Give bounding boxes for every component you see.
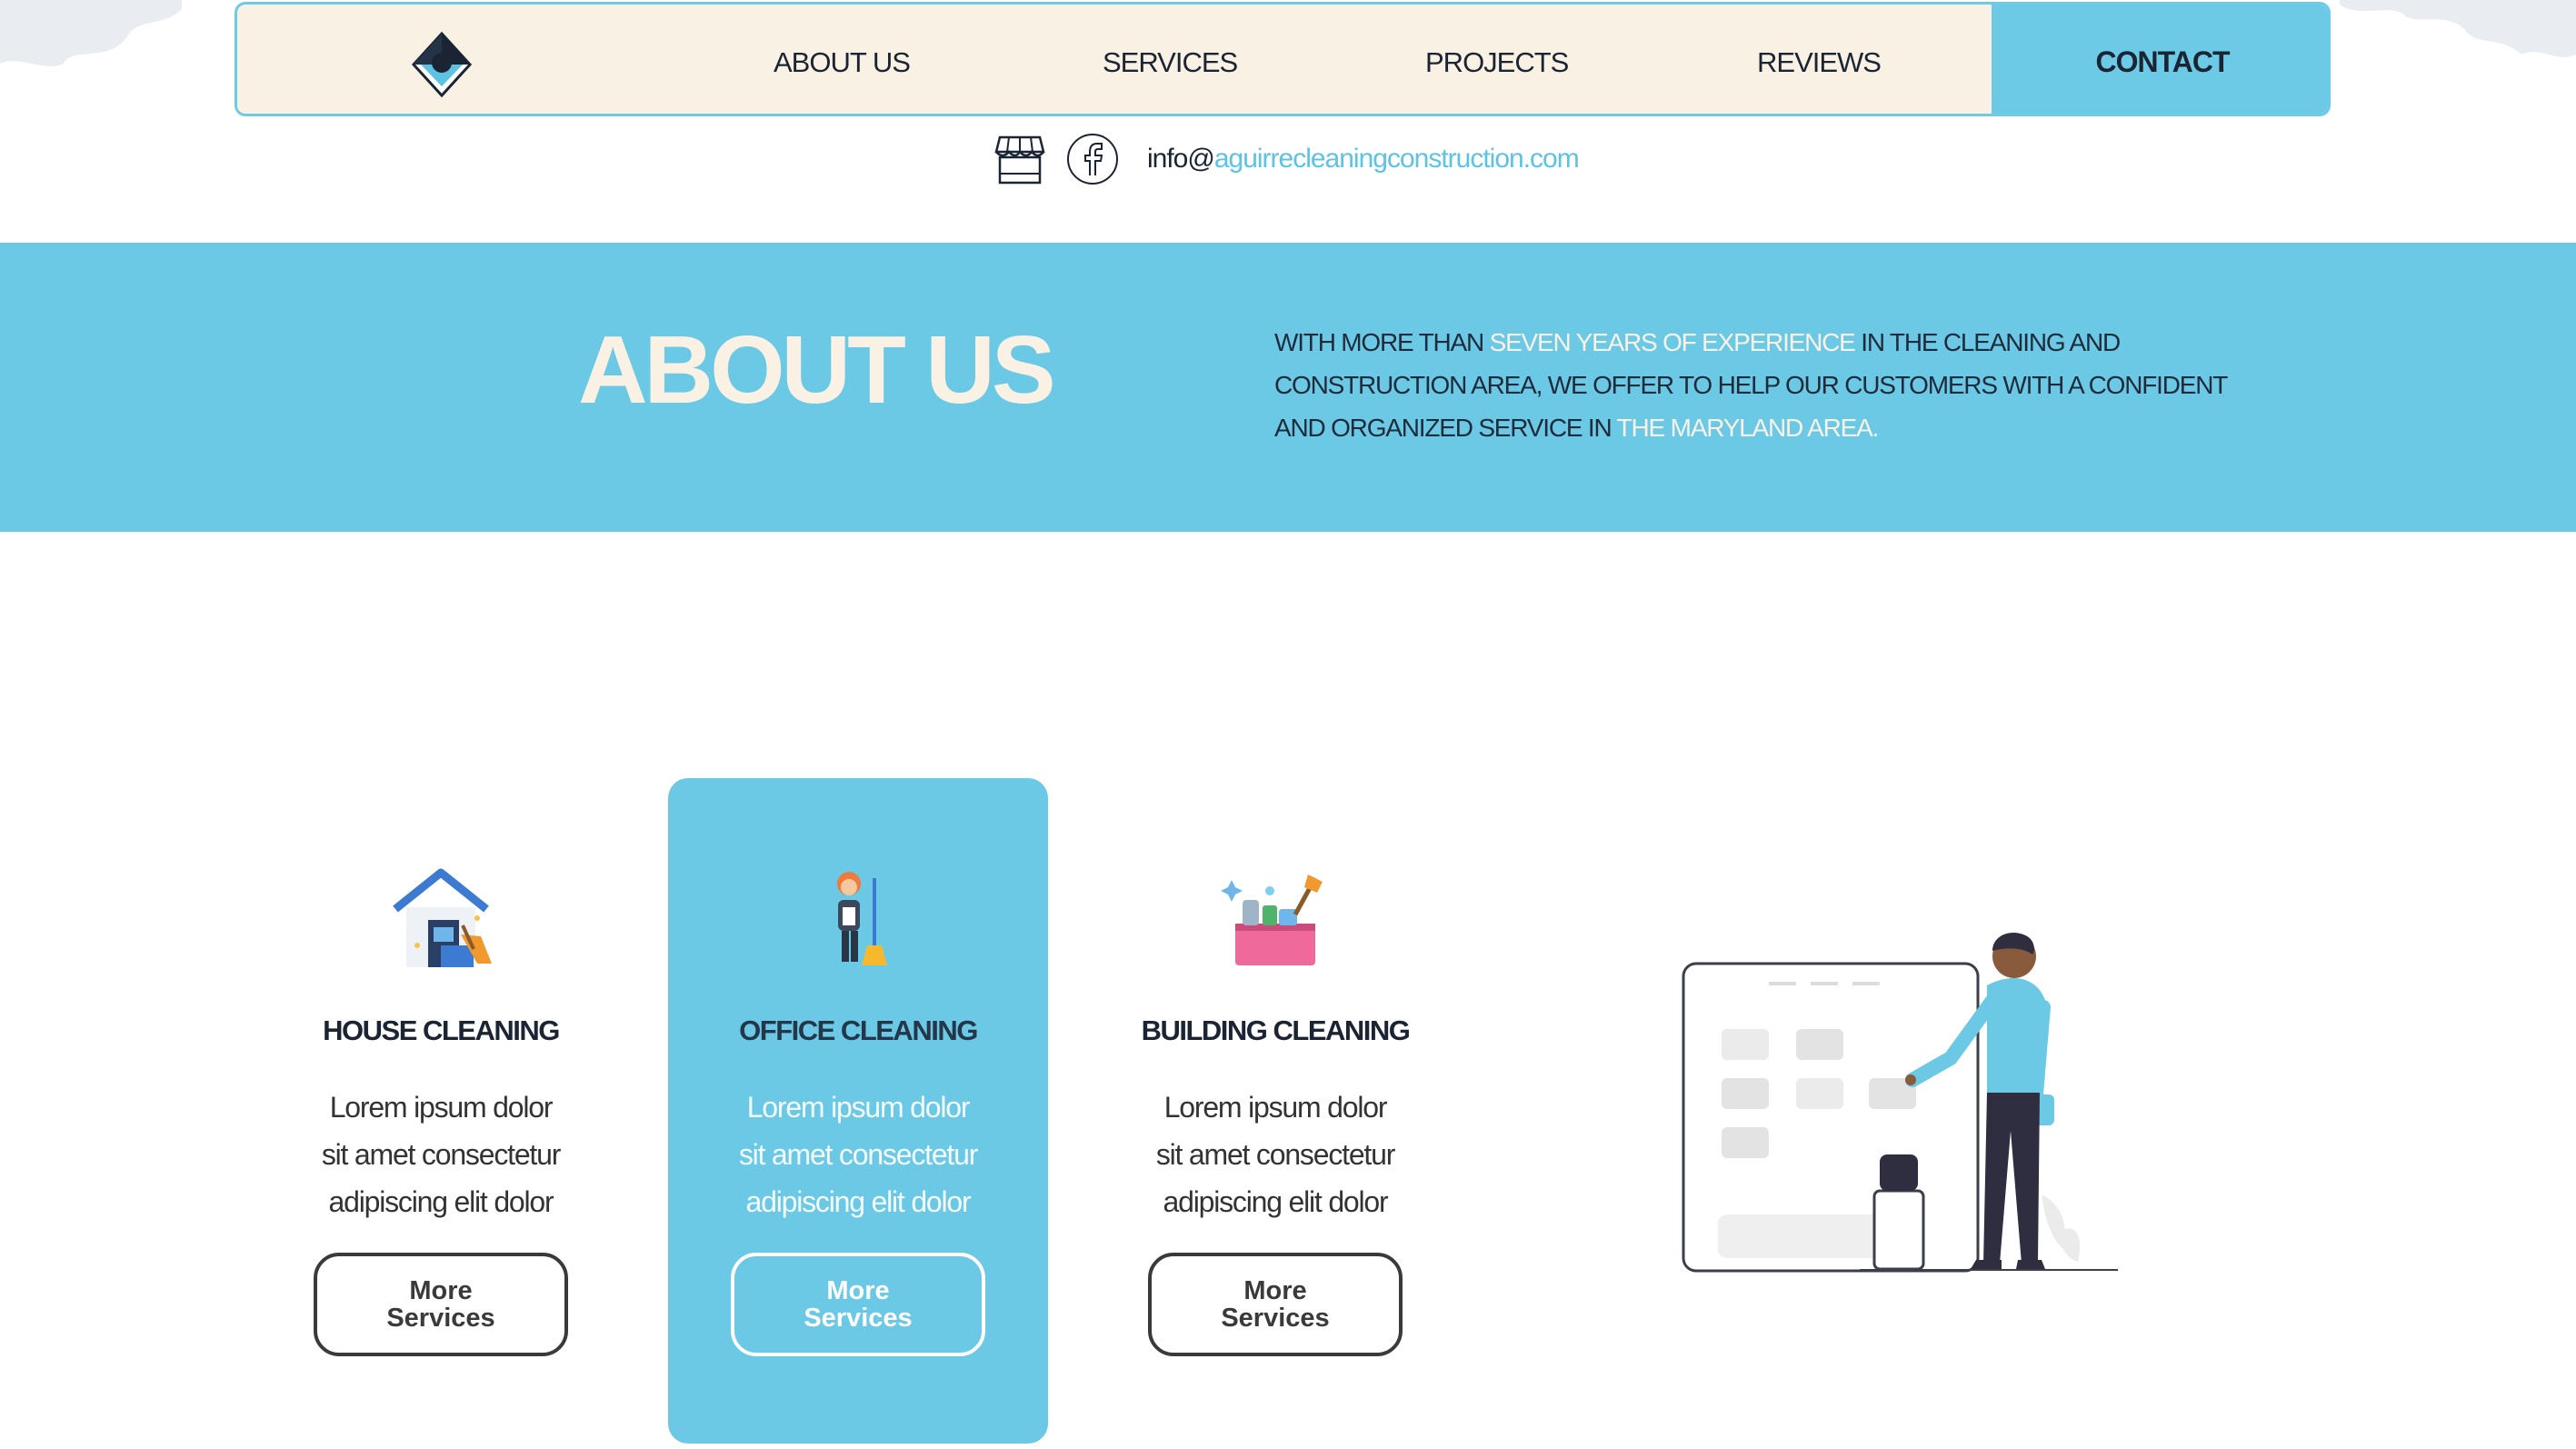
- about-text: WITH MORE THAN SEVEN YEARS OF EXPERIENCE…: [1274, 321, 2256, 449]
- about-text-part: WITH MORE THAN: [1274, 328, 1490, 356]
- button-label-line: Services: [1221, 1304, 1330, 1333]
- service-description-line: Lorem ipsum dolor: [746, 1091, 971, 1124]
- button-label-line: More: [409, 1276, 473, 1305]
- service-description-line: adipiscing elit dolor: [1163, 1185, 1389, 1218]
- more-services-button[interactable]: More Services: [314, 1253, 568, 1356]
- house-cleaning-icon: [393, 868, 492, 967]
- email-link[interactable]: info@aguirrecleaningconstruction.com: [1147, 144, 1580, 175]
- service-description-line: sit amet consectetur: [738, 1138, 979, 1171]
- service-card-office-cleaning: OFFICE CLEANING Lorem ipsum dolor sit am…: [668, 778, 1048, 1444]
- person-at-board-illustration: [1682, 933, 2118, 1273]
- service-description: Lorem ipsum dolor sit amet consectetur a…: [1085, 1084, 1465, 1225]
- service-description-line: sit amet consectetur: [321, 1138, 562, 1171]
- button-label-line: More: [826, 1276, 890, 1305]
- navbar: ABOUT US SERVICES PROJECTS REVIEWS CONTA…: [235, 2, 2331, 116]
- service-title: HOUSE CLEANING: [323, 1014, 560, 1046]
- email-user: info@: [1147, 144, 1215, 174]
- nav-link-projects[interactable]: PROJECTS: [1425, 46, 1569, 79]
- cloud-decoration-left: [0, 0, 182, 66]
- service-description-line: adipiscing elit dolor: [745, 1185, 972, 1218]
- contact-row: info@aguirrecleaningconstruction.com: [993, 127, 1580, 191]
- service-card-building-cleaning: BUILDING CLEANING Lorem ipsum dolor sit …: [1085, 778, 1465, 1444]
- cloud-decoration-right: [2340, 0, 2576, 57]
- service-title: BUILDING CLEANING: [1141, 1014, 1411, 1046]
- service-description-line: Lorem ipsum dolor: [329, 1091, 554, 1124]
- nav-link-services[interactable]: SERVICES: [1103, 46, 1238, 79]
- nav-link-reviews[interactable]: REVIEWS: [1757, 46, 1882, 79]
- office-cleaning-icon: [837, 872, 887, 965]
- building-cleaning-icon: [1221, 874, 1323, 965]
- service-description-line: adipiscing elit dolor: [328, 1185, 554, 1218]
- button-label-line: Services: [386, 1304, 495, 1333]
- service-description-line: sit amet consectetur: [1155, 1138, 1396, 1171]
- service-card-house-cleaning: HOUSE CLEANING Lorem ipsum dolor sit ame…: [251, 778, 631, 1444]
- about-title: ABOUT US: [578, 316, 1056, 424]
- service-description: Lorem ipsum dolor sit amet consectetur a…: [668, 1084, 1048, 1225]
- about-text-highlight: THE MARYLAND AREA.: [1616, 414, 1880, 442]
- nav-link-about-us[interactable]: ABOUT US: [774, 46, 911, 79]
- store-icon[interactable]: [993, 132, 1047, 186]
- nav-contact-button[interactable]: CONTACT: [1992, 5, 2328, 114]
- facebook-icon[interactable]: [1065, 132, 1120, 186]
- about-text-highlight: SEVEN YEARS OF EXPERIENCE: [1489, 328, 1856, 356]
- button-label-line: Services: [804, 1304, 913, 1333]
- service-title: OFFICE CLEANING: [739, 1014, 978, 1046]
- more-services-button[interactable]: More Services: [1148, 1253, 1403, 1356]
- service-description: Lorem ipsum dolor sit amet consectetur a…: [251, 1084, 631, 1225]
- service-description-line: Lorem ipsum dolor: [1163, 1091, 1388, 1124]
- logo-diamond-icon[interactable]: [410, 30, 474, 99]
- button-label-line: More: [1243, 1276, 1307, 1305]
- nav-contact-label: CONTACT: [2095, 45, 2230, 78]
- about-section: ABOUT US WITH MORE THAN SEVEN YEARS OF E…: [0, 243, 2576, 532]
- more-services-button[interactable]: More Services: [731, 1253, 985, 1356]
- email-domain: aguirrecleaningconstruction.com: [1213, 144, 1580, 174]
